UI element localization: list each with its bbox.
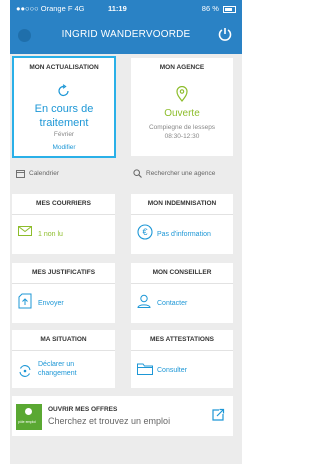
tile-title: MES ATTESTATIONS: [149, 336, 215, 343]
person-icon: [137, 294, 151, 308]
tile-text: Envoyer: [38, 300, 64, 307]
tile-text: Consulter: [157, 367, 187, 374]
divider: [131, 214, 233, 215]
agence-hours: 08:30-12:30: [164, 133, 200, 140]
agence-name: Compiegne de lesseps: [148, 124, 216, 131]
calendar-label: Calendrier: [29, 170, 59, 178]
quick-links: Calendrier Rechercher une agence: [10, 164, 242, 184]
logo-mark: [25, 408, 32, 415]
modifier-link[interactable]: Modifier: [14, 144, 114, 151]
external-link-icon[interactable]: [211, 408, 225, 422]
search-agency-link[interactable]: Rechercher une agence: [133, 169, 215, 178]
courriers-tile[interactable]: MES COURRIERS 1 non lu: [12, 194, 115, 254]
battery-label: 86 %: [201, 4, 219, 13]
app-header: INGRID WANDERVOORDE: [10, 18, 242, 54]
battery-icon: [223, 5, 236, 13]
clock: 11:19: [108, 4, 127, 13]
tile-title: MON CONSEILLER: [152, 269, 212, 276]
divider: [12, 350, 115, 351]
tile-text: Déclarer un changement: [38, 361, 77, 377]
divider: [131, 350, 233, 351]
power-icon[interactable]: [217, 26, 233, 42]
battery-status: 86 %: [202, 4, 236, 13]
location-pin-icon: [176, 86, 188, 102]
attestations-tile[interactable]: MES ATTESTATIONS Consulter: [131, 330, 233, 388]
agence-title: MON AGENCE: [159, 64, 205, 71]
carrier-label: ●●○○○ Orange F 4G: [16, 4, 85, 13]
pole-emploi-logo: pôle emploi: [16, 404, 42, 430]
actualisation-month: Février: [53, 131, 75, 138]
status-bar: ●●○○○ Orange F 4G 11:19 86 %: [10, 0, 242, 18]
divider: [12, 214, 115, 215]
euro-icon: €: [137, 224, 153, 240]
tile-title: MES COURRIERS: [36, 200, 91, 207]
user-name: INGRID WANDERVOORDE: [61, 29, 191, 40]
mail-icon: [18, 226, 32, 236]
situation-tile[interactable]: MA SITUATION Déclarer un changement: [12, 330, 115, 388]
search-icon: [133, 169, 142, 178]
tile-title: MES JUSTIFICATIFS: [31, 269, 96, 276]
agence-status: Ouverte: [164, 108, 200, 119]
cycle-icon: [19, 365, 31, 377]
divider: [131, 283, 233, 284]
search-agency-label: Rechercher une agence: [146, 170, 216, 178]
calendar-icon: [16, 170, 25, 178]
actualisation-status: En cours de traitement: [34, 103, 94, 129]
app-screen: ●●○○○ Orange F 4G 11:19 86 % INGRID WAND…: [10, 0, 242, 464]
upload-icon: [18, 293, 32, 309]
justificatifs-tile[interactable]: MES JUSTIFICATIFS Envoyer: [12, 263, 115, 323]
tile-title: MON INDEMNISATION: [147, 200, 217, 207]
conseiller-tile[interactable]: MON CONSEILLER Contacter: [131, 263, 233, 323]
tile-text: Contacter: [157, 300, 188, 307]
refresh-icon: [58, 84, 69, 97]
tile-text: Pas d'information: [157, 231, 211, 238]
folder-icon: [137, 363, 153, 375]
offres-subtitle: Cherchez et trouvez un emploi: [48, 416, 171, 426]
indemnisation-tile[interactable]: MON INDEMNISATION € Pas d'information: [131, 194, 233, 254]
logo-text: pôle emploi: [18, 420, 36, 424]
agence-card[interactable]: MON AGENCE Ouverte Compiegne de lesseps …: [131, 58, 233, 156]
calendar-link[interactable]: Calendrier: [16, 169, 59, 178]
offres-card[interactable]: pôle emploi OUVRIR MES OFFRES Cherchez e…: [12, 396, 233, 436]
tile-title: MA SITUATION: [40, 336, 87, 343]
offres-title: OUVRIR MES OFFRES: [48, 406, 118, 413]
tile-text: 1 non lu: [38, 231, 63, 238]
divider: [12, 283, 115, 284]
actualisation-title: MON ACTUALISATION: [29, 64, 99, 71]
svg-text:€: €: [142, 227, 147, 237]
actualisation-card[interactable]: MON ACTUALISATION En cours de traitement…: [12, 56, 116, 158]
